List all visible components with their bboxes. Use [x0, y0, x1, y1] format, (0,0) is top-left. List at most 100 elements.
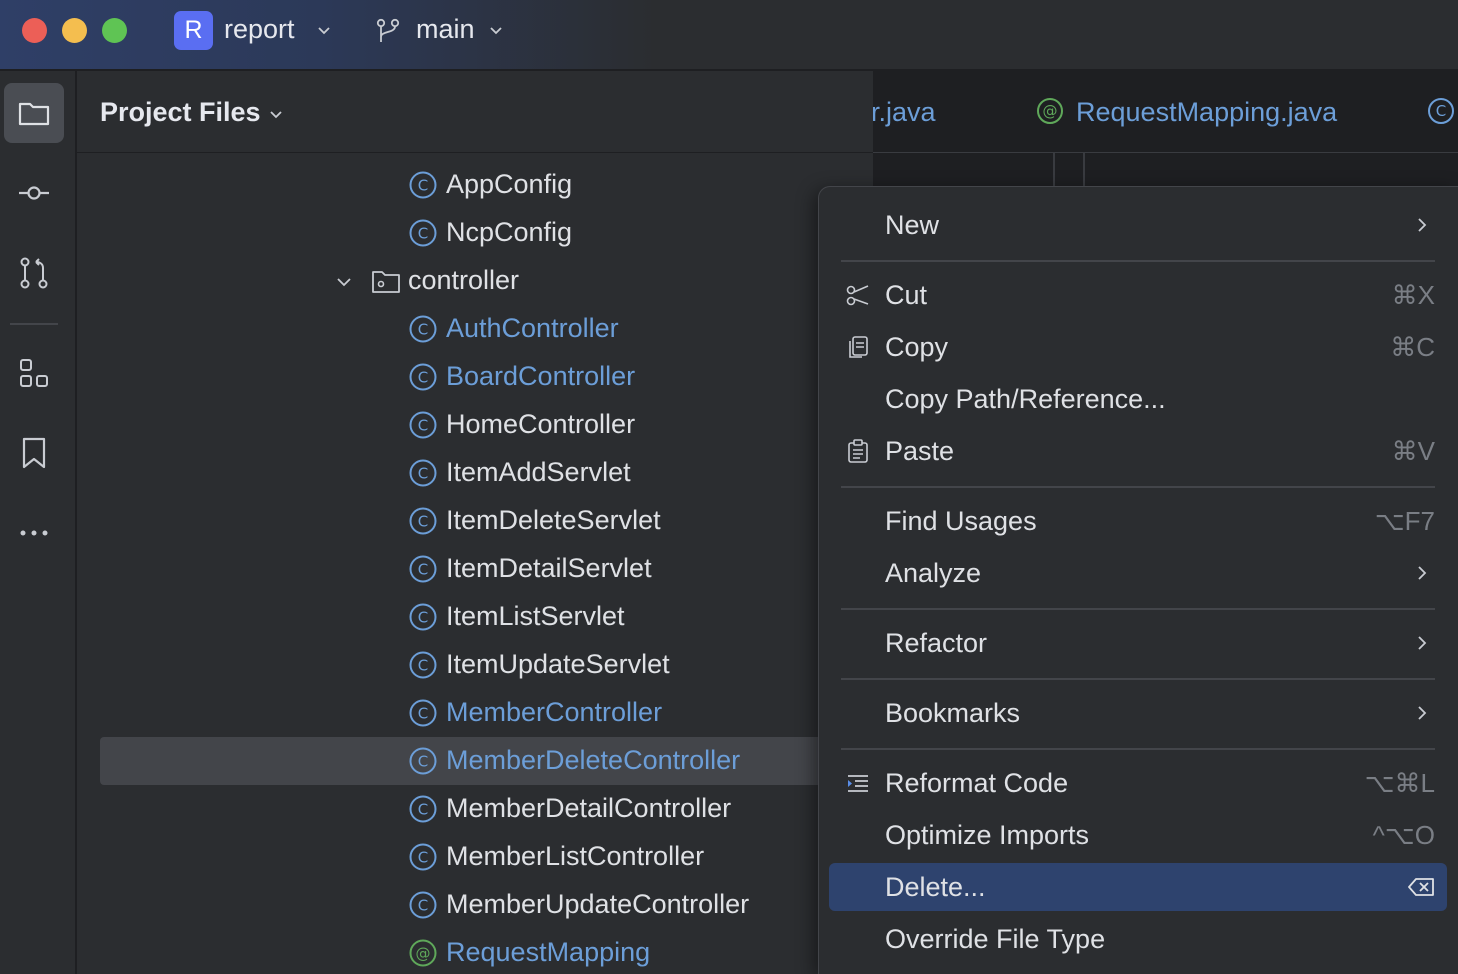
tree-item-label: HomeController [446, 409, 636, 439]
editor-tab-1[interactable]: r.java [873, 97, 936, 128]
menu-item-label: Analyze [885, 558, 982, 588]
menu-item-analyze[interactable]: Analyze [829, 549, 1447, 597]
commit-icon [19, 186, 49, 200]
project-chevron-down-icon[interactable] [316, 22, 332, 38]
svg-text:C: C [418, 897, 428, 915]
project-badge[interactable]: R [174, 11, 213, 50]
menu-item-optimize-imports[interactable]: Optimize Imports ^⌥O [829, 811, 1447, 859]
tree-file-row[interactable]: C ItemListServlet [77, 593, 873, 641]
project-tool-button[interactable] [4, 83, 64, 143]
structure-icon [20, 359, 48, 387]
panel-title[interactable]: Project Files [100, 97, 261, 128]
svg-text:C: C [418, 561, 428, 579]
submenu-chevron-right-icon [1418, 706, 1427, 720]
tree-file-row[interactable]: C HomeController [77, 401, 873, 449]
tree-file-row[interactable]: C ItemDetailServlet [77, 545, 873, 593]
menu-item-label: Paste [885, 436, 955, 466]
tree-file-row[interactable]: C BoardController [77, 353, 873, 401]
branch-chevron-down-icon[interactable] [488, 22, 504, 38]
menu-item-copy[interactable]: Copy ⌘C [829, 323, 1447, 371]
tree-file-row[interactable]: C AppConfig [77, 161, 873, 209]
menu-item-cut[interactable]: Cut ⌘X [829, 271, 1447, 319]
minimize-window-button[interactable] [62, 18, 87, 43]
tree-item-label: RequestMapping [446, 937, 651, 967]
menu-item-shortcut: ⌥⌘L [1364, 768, 1435, 798]
menu-item-label: Find Usages [885, 506, 1037, 536]
class-icon: C [409, 603, 437, 631]
branch-name[interactable]: main [416, 14, 475, 45]
menu-item-label: Override File Type [885, 924, 1106, 954]
menu-item-shortcut: ^⌥O [1372, 820, 1435, 850]
menu-item-paste[interactable]: Paste ⌘V [829, 427, 1447, 475]
tree-file-row[interactable]: C MemberDeleteController [77, 737, 873, 785]
tree-file-row[interactable]: @ RequestMapping [77, 929, 873, 974]
svg-text:C: C [418, 849, 428, 867]
tree-item-label: ItemDeleteServlet [446, 505, 661, 535]
menu-item-copy-path-reference[interactable]: Copy Path/Reference... [829, 375, 1447, 423]
zoom-window-button[interactable] [102, 18, 127, 43]
menu-item-new[interactable]: New [829, 201, 1447, 249]
annotation-icon: @ [1037, 98, 1063, 124]
menu-item-label: New [885, 210, 940, 240]
class-icon: C [1428, 98, 1454, 124]
expand-chevron-down-icon[interactable] [335, 273, 353, 291]
class-icon: C [409, 363, 437, 391]
tree-file-row[interactable]: C MemberListController [77, 833, 873, 881]
menu-item-label: Refactor [885, 628, 988, 658]
tree-file-row[interactable]: C MemberController [77, 689, 873, 737]
panel-title-chevron-down-icon[interactable] [268, 106, 284, 122]
class-icon: C [409, 795, 437, 823]
bookmarks-tool-button[interactable] [4, 423, 64, 483]
branch-icon [376, 18, 400, 42]
class-icon: C [409, 459, 437, 487]
tool-strip-divider [10, 323, 58, 325]
class-icon: C [409, 651, 437, 679]
menu-item-reformat-code[interactable]: Reformat Code ⌥⌘L [829, 759, 1447, 807]
tree-file-row[interactable]: C MemberDetailController [77, 785, 873, 833]
menu-item-find-usages[interactable]: Find Usages ⌥F7 [829, 497, 1447, 545]
tree-item-label: MemberDetailController [446, 793, 732, 823]
structure-tool-button[interactable] [4, 343, 64, 403]
tree-file-row[interactable]: C ItemUpdateServlet [77, 641, 873, 689]
svg-text:C: C [418, 417, 428, 435]
class-icon: C [409, 507, 437, 535]
class-icon: C [409, 699, 437, 727]
more-icon [20, 530, 48, 536]
submenu-chevron-right-icon [1418, 636, 1427, 650]
svg-text:C: C [418, 801, 428, 819]
tree-folder-row[interactable]: controller [77, 257, 873, 305]
svg-text:C: C [418, 369, 428, 387]
svg-text:C: C [418, 513, 428, 531]
tree-file-row[interactable]: C NcpConfig [77, 209, 873, 257]
editor-tab-2[interactable]: RequestMapping.java [1076, 97, 1337, 128]
commit-tool-button[interactable] [4, 163, 64, 223]
pull-requests-tool-button[interactable] [4, 243, 64, 303]
submenu-chevron-right-icon [1418, 218, 1427, 232]
menu-item-refactor[interactable]: Refactor [829, 619, 1447, 667]
menu-separator [841, 748, 1435, 750]
project-name[interactable]: report [224, 14, 295, 45]
svg-text:C: C [418, 177, 428, 195]
more-tools-button[interactable] [4, 503, 64, 563]
menu-item-shortcut: ⌘V [1391, 436, 1435, 466]
class-icon: C [409, 555, 437, 583]
menu-item-override-file-type[interactable]: Override File Type [829, 915, 1447, 963]
tree-file-row[interactable]: C AuthController [77, 305, 873, 353]
clipboard-icon [848, 439, 868, 463]
menu-item-bookmarks[interactable]: Bookmarks [829, 689, 1447, 737]
tree-file-row[interactable]: C ItemDeleteServlet [77, 497, 873, 545]
class-icon: C [409, 747, 437, 775]
submenu-chevron-right-icon [1418, 566, 1427, 580]
tree-file-row[interactable]: C MemberUpdateController [77, 881, 873, 929]
close-window-button[interactable] [22, 18, 47, 43]
tree-item-label: ItemListServlet [446, 601, 625, 631]
menu-item-label: Optimize Imports [885, 820, 1090, 850]
menu-item-label: Bookmarks [885, 698, 1021, 728]
tree-item-label: MemberUpdateController [446, 889, 750, 919]
tree-file-row[interactable]: C ItemAddServlet [77, 449, 873, 497]
svg-text:C: C [418, 705, 428, 723]
class-icon: C [409, 411, 437, 439]
svg-text:C: C [1436, 102, 1446, 120]
menu-item-label: Reformat Code [885, 768, 1069, 798]
menu-item-delete[interactable]: Delete... [829, 863, 1447, 911]
